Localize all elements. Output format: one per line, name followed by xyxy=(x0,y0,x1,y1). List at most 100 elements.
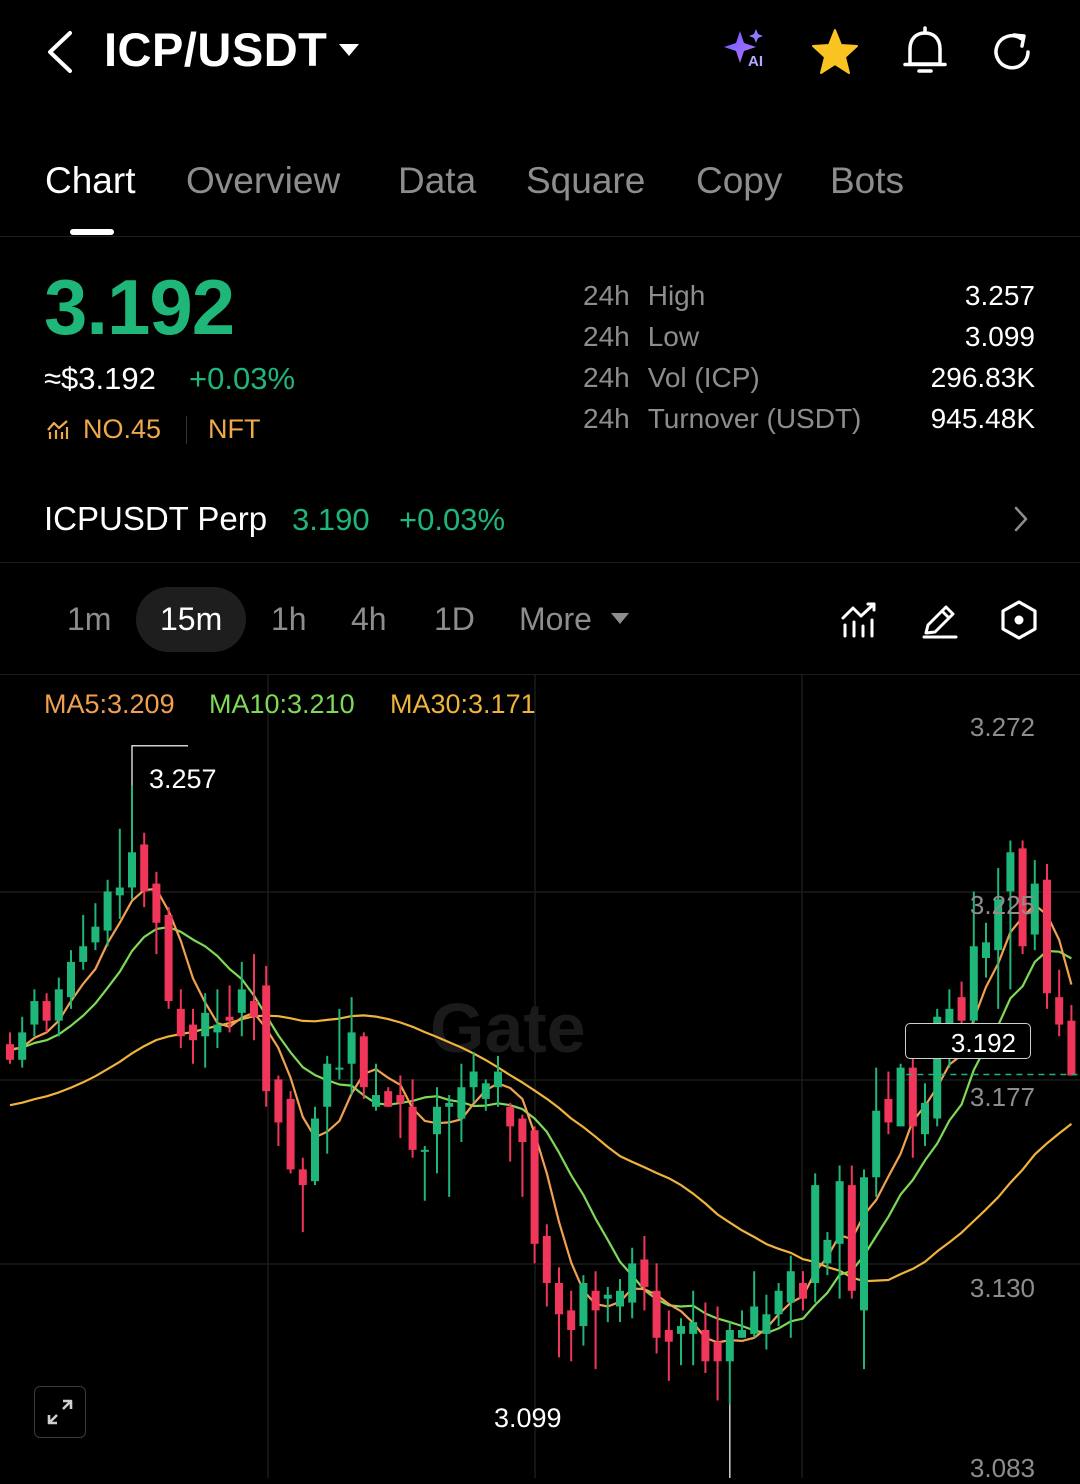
candle-body xyxy=(481,1083,490,1099)
candle-body xyxy=(176,1008,185,1037)
stat-label-turnover: 24h Turnover (USDT) xyxy=(583,403,862,434)
y-axis-tick: 3.130 xyxy=(969,1273,1035,1303)
candle-body xyxy=(1067,1020,1076,1076)
tab-chart[interactable]: Chart xyxy=(45,160,135,202)
tab-overview[interactable]: Overview xyxy=(186,160,340,202)
candle-body xyxy=(847,1185,856,1291)
pair-title[interactable]: ICP/USDT xyxy=(104,22,327,77)
candle-body xyxy=(115,887,124,896)
chart-watermark: Gate xyxy=(430,989,586,1067)
candle-body xyxy=(18,1032,27,1060)
expand-icon xyxy=(47,1399,73,1425)
interval-15m[interactable]: 15m xyxy=(160,601,222,638)
candle-body xyxy=(79,946,88,962)
candle-body xyxy=(762,1314,771,1334)
candle-body xyxy=(506,1106,515,1127)
candle-body xyxy=(274,1079,283,1123)
candle-body xyxy=(67,961,75,998)
candle-body xyxy=(30,1001,39,1025)
candle-body xyxy=(433,1106,441,1135)
market-rank[interactable]: NO.45 xyxy=(83,414,161,445)
candle-body xyxy=(957,997,966,1021)
low-marker-label: 3.099 xyxy=(494,1403,562,1433)
interval-1d[interactable]: 1D xyxy=(434,601,475,638)
candle-body xyxy=(652,1290,661,1338)
candle-body xyxy=(469,1071,478,1088)
candle-body xyxy=(42,1001,51,1021)
chevron-right-icon[interactable] xyxy=(1012,505,1030,533)
candlestick-chart[interactable]: Gate xyxy=(0,675,1080,1478)
settings-hexagon-icon[interactable] xyxy=(998,599,1040,641)
candle-body xyxy=(567,1310,576,1330)
current-price-tag: 3.192 xyxy=(905,1023,1031,1059)
candle-body xyxy=(713,1341,722,1362)
stat-value-turnover: 945.48K xyxy=(930,403,1035,434)
candle-body xyxy=(579,1282,588,1327)
candle-body xyxy=(677,1326,685,1334)
favorite-star-icon[interactable] xyxy=(810,28,860,76)
candle-body xyxy=(872,1110,881,1178)
indicators-icon[interactable] xyxy=(840,600,878,640)
candle-body xyxy=(982,942,990,959)
y-axis-tick: 3.177 xyxy=(969,1082,1035,1112)
tab-square[interactable]: Square xyxy=(526,160,645,202)
candle-body xyxy=(6,1044,14,1060)
ma5-label: MA5:3.209 xyxy=(44,689,175,719)
candle-body xyxy=(286,1098,295,1170)
candle-body xyxy=(1043,879,1051,994)
candle-body xyxy=(250,1001,258,1017)
tab-copy[interactable]: Copy xyxy=(696,160,782,202)
interval-4h[interactable]: 4h xyxy=(351,601,387,638)
interval-1m[interactable]: 1m xyxy=(67,601,111,638)
refresh-icon[interactable] xyxy=(988,27,1038,77)
tab-bots[interactable]: Bots xyxy=(830,160,904,202)
dropdown-caret-icon[interactable] xyxy=(337,42,361,58)
candle-body xyxy=(128,852,136,888)
candle-body xyxy=(1055,997,1064,1025)
candle-body xyxy=(189,1024,197,1041)
rank-separator xyxy=(186,416,187,444)
fullscreen-button[interactable] xyxy=(34,1386,86,1438)
high-marker-label: 3.257 xyxy=(149,764,217,794)
tab-data[interactable]: Data xyxy=(398,160,476,202)
candle-body xyxy=(372,1095,380,1107)
category-tag[interactable]: NFT xyxy=(208,414,260,445)
ma10-label: MA10:3.210 xyxy=(209,689,355,719)
more-caret-icon[interactable] xyxy=(610,612,630,626)
candle-body xyxy=(445,1102,454,1107)
stat-value-volume: 296.83K xyxy=(930,362,1035,393)
candle-body xyxy=(457,1087,466,1119)
candle-body xyxy=(591,1290,600,1311)
candle-body xyxy=(91,926,100,943)
candle-body xyxy=(969,946,978,1021)
stat-label-high: 24h High xyxy=(583,280,706,311)
back-arrow-icon[interactable] xyxy=(42,30,76,74)
candle-body xyxy=(359,1036,368,1088)
interval-more[interactable]: More xyxy=(519,601,592,638)
candle-body xyxy=(518,1118,527,1143)
price-change-percent: +0.03% xyxy=(189,361,296,396)
perp-divider xyxy=(0,562,1080,563)
interval-1h[interactable]: 1h xyxy=(271,601,307,638)
bell-icon[interactable] xyxy=(900,26,950,78)
candle-body xyxy=(628,1263,637,1303)
candle-body xyxy=(164,914,173,1002)
candle-body xyxy=(664,1329,673,1342)
perp-name[interactable]: ICPUSDT Perp xyxy=(44,500,267,538)
candle-body xyxy=(799,1282,807,1299)
stat-label-low: 24h Low xyxy=(583,321,700,352)
candle-body xyxy=(311,1118,319,1182)
candle-body xyxy=(225,1016,234,1021)
candle-body xyxy=(420,1149,429,1152)
candle-body xyxy=(640,1259,649,1287)
ai-sparkle-icon[interactable]: AI xyxy=(720,27,768,73)
draw-pencil-icon[interactable] xyxy=(920,600,960,640)
candle-body xyxy=(384,1091,393,1107)
candle-body xyxy=(860,1177,868,1311)
tabs-divider xyxy=(0,236,1080,237)
candle-body xyxy=(323,1063,332,1107)
candle-body xyxy=(298,1169,307,1186)
active-tab-indicator xyxy=(70,229,114,235)
y-axis-tick: 3.083 xyxy=(969,1453,1035,1483)
candle-body xyxy=(835,1181,844,1244)
